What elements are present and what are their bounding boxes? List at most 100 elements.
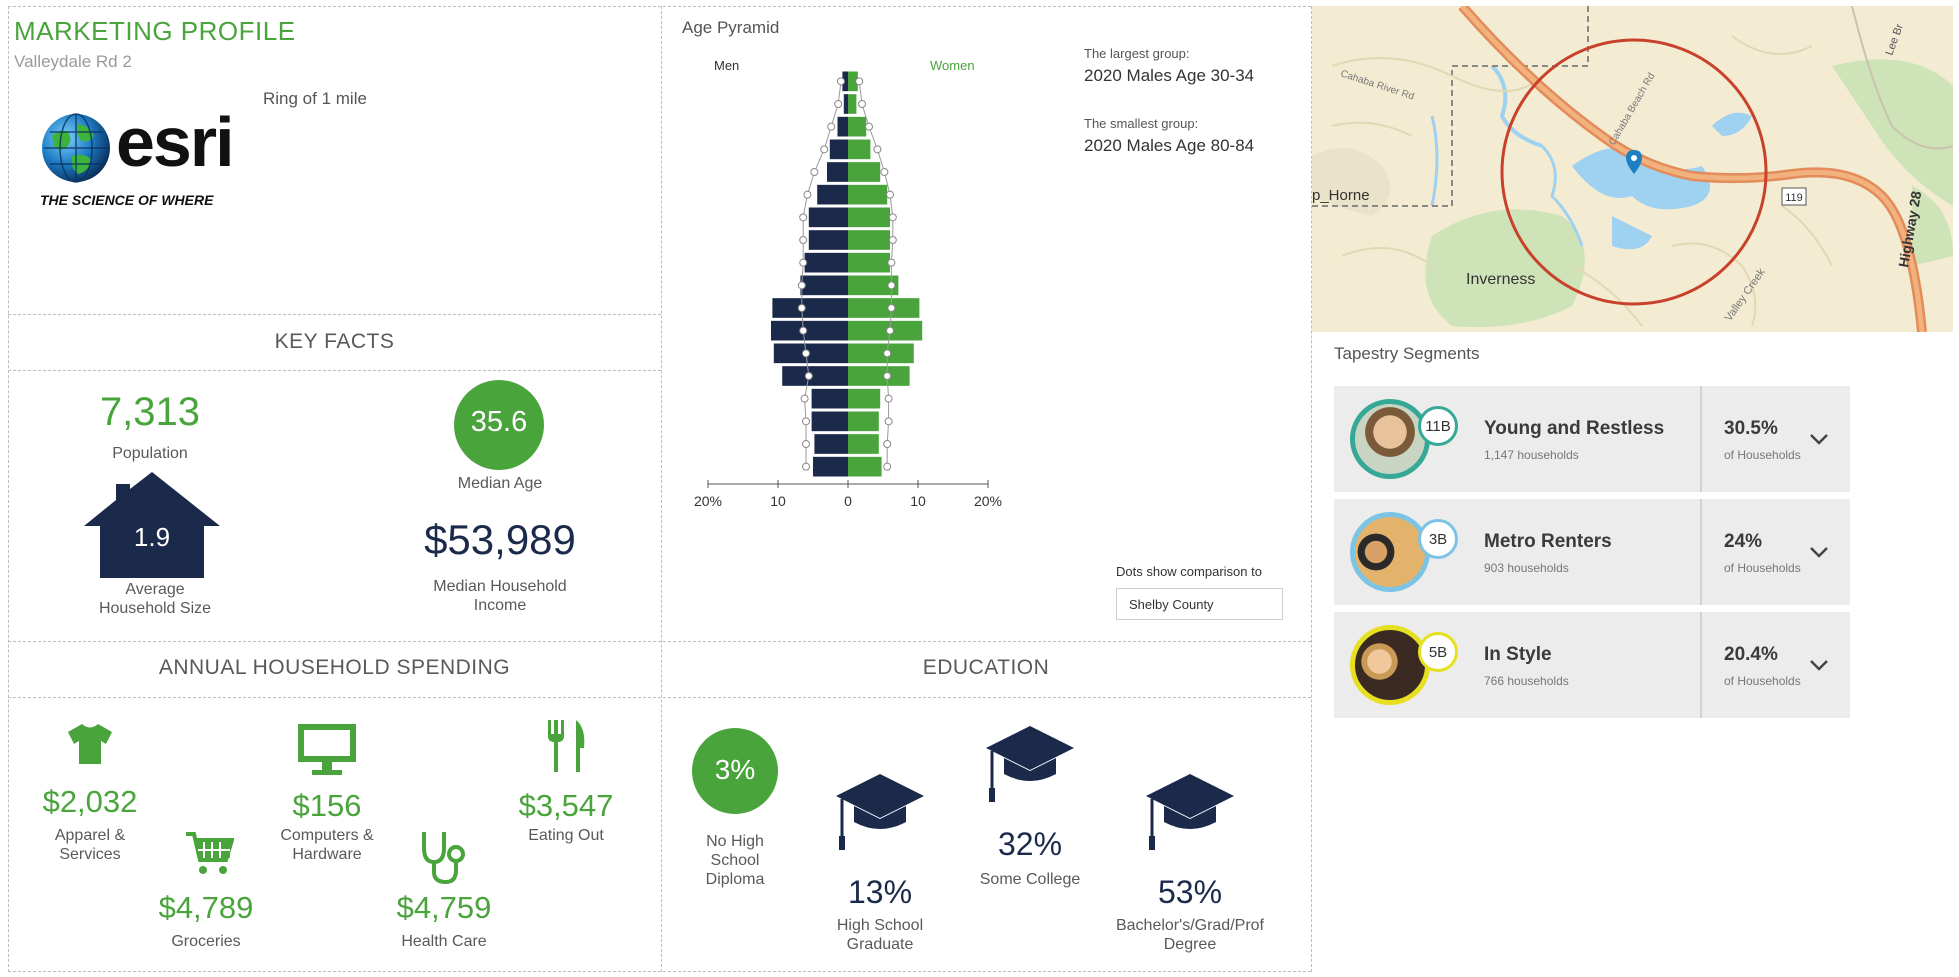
segment-of-households: of Households [1724,448,1801,462]
divider-spending-education [8,641,1311,642]
pyramid-bar-men [811,411,848,432]
college-value: 32% [997,826,1063,862]
tapestry-segment-card[interactable]: 3B Metro Renters 903 households 24% of H… [1334,499,1850,605]
hs-label-1: High School [836,917,924,934]
pyramid-tick-label: 0 [844,493,852,509]
divider-keyfacts-header [8,370,661,371]
comparison-dot [834,100,843,108]
no-hs-value: 3% [714,754,756,785]
segment-code: 11B [1425,417,1451,435]
pyramid-tick-label: 10 [770,493,786,509]
spending-computers-value: $156 [292,788,362,823]
profile-title: MARKETING PROFILE [14,16,296,46]
comparison-dot [797,304,806,312]
globe-icon [42,113,110,183]
smallest-group-value: 2020 Males Age 80-84 [1084,136,1255,155]
comparison-select[interactable]: Shelby County [1116,588,1283,620]
pyramid-bar-women [848,320,923,341]
pyramid-bar-men [827,162,848,182]
segment-name: In Style [1484,644,1552,665]
pyramid-bar-men [811,388,848,409]
comparison-dot [799,213,808,222]
household-size-label-2: Household Size [98,600,212,617]
chevron-down-icon[interactable] [1804,424,1834,454]
spending-computers-label-1: Computers & [280,827,374,844]
pyramid-bar-women [848,94,857,114]
comparison-dot [858,100,866,108]
route-119-label: 119 [1785,192,1803,204]
spending-groceries-value: $4,789 [158,890,254,925]
pyramid-bar-women [848,298,920,318]
pyramid-bar-men [800,275,848,296]
household-size-label-1: Average [125,581,185,598]
pyramid-bar-men [773,343,848,364]
comparison-dot [883,440,892,448]
hs-label-2: Graduate [846,936,914,953]
household-size-value: 1.9 [133,522,171,552]
map-label-inverness: Inverness [1466,271,1535,288]
pyramid-bar-men [808,207,848,228]
tapestry-segment-card[interactable]: 11B Young and Restless 1,147 households … [1334,386,1850,492]
map-label-lee-br: Lee Br [1884,22,1906,57]
profile-panel: MARKETING PROFILE Valleydale Rd 2 Ring o… [8,6,661,314]
map-label-valley-creek: Valley Creek [1723,266,1768,324]
comparison-dot [837,77,845,86]
tapestry-title: Tapestry Segments [1334,344,1480,363]
comparison-dot [804,372,813,380]
comparison-label: Dots show comparison to [1116,564,1262,579]
segment-divider [1700,386,1702,492]
segment-households: 766 households [1484,674,1569,688]
segment-name: Metro Renters [1484,531,1612,552]
no-hs-label-3: Diploma [705,871,765,888]
pyramid-bar-women [848,388,881,409]
comparison-dot [887,281,896,290]
pyramid-bar-men [804,252,848,273]
segment-avatar [1350,512,1430,592]
pyramid-bar-women [848,343,914,364]
segment-of-households: of Households [1724,674,1801,688]
chevron-down-icon[interactable] [1804,650,1834,680]
comparison-dot [884,394,893,403]
shirt-icon [68,724,112,764]
pyramid-bar-men [817,184,848,205]
segment-households: 903 households [1484,561,1569,575]
pyramid-bar-men [837,116,848,137]
spending-groceries-label: Groceries [171,933,241,950]
spending-apparel-value: $2,032 [42,784,138,819]
ring-label: Ring of 1 mile [263,89,367,108]
divider-spending-header [8,697,1311,698]
esri-logo: esri THE SCIENCE OF WHERE [36,103,256,208]
spending-title: ANNUAL HOUSEHOLD SPENDING [158,656,511,679]
pyramid-bar-men [813,456,848,477]
pyramid-bar-women [848,434,879,454]
comparison-dot [855,77,864,86]
cart-icon [186,832,234,874]
map-canvas: 119 p_Horne Inverness Highway 28 Cahaba … [1312,6,1953,332]
map-label-cahaba-beach: Cahaba Beach Rd [1607,71,1657,147]
pyramid-bar-women [848,411,879,432]
comparison-dot [810,168,819,176]
tapestry-segment-card[interactable]: 5B In Style 766 households 20.4% of Hous… [1334,612,1850,718]
comparison-dot [799,326,808,335]
map-label-cahaba-river: Cahaba River Rd [1339,68,1415,102]
comparison-dot [884,417,893,426]
segment-code: 5B [1428,643,1448,661]
segment-avatar [1350,399,1430,479]
median-age-label: Median Age [457,475,543,492]
college-label: Some College [979,871,1081,888]
chevron-down-icon[interactable] [1804,537,1834,567]
median-income-value: $53,989 [424,516,576,563]
map-label-horne: p_Horne [1312,187,1370,204]
fork-knife-icon [548,720,585,772]
comparison-dot [802,440,810,448]
map-view[interactable]: 119 p_Horne Inverness Highway 28 Cahaba … [1312,6,1953,332]
comparison-dot [873,145,882,154]
segment-code-badge: 5B [1418,632,1458,672]
logo-wordmark: esri [116,103,235,181]
spending-health-label: Health Care [401,933,487,950]
bachelor-label-2: Degree [1163,936,1217,953]
segment-divider [1700,612,1702,718]
comparison-line-women [858,81,894,467]
comparison-dot [799,258,808,267]
pyramid-tick-label: 20% [974,493,1002,509]
